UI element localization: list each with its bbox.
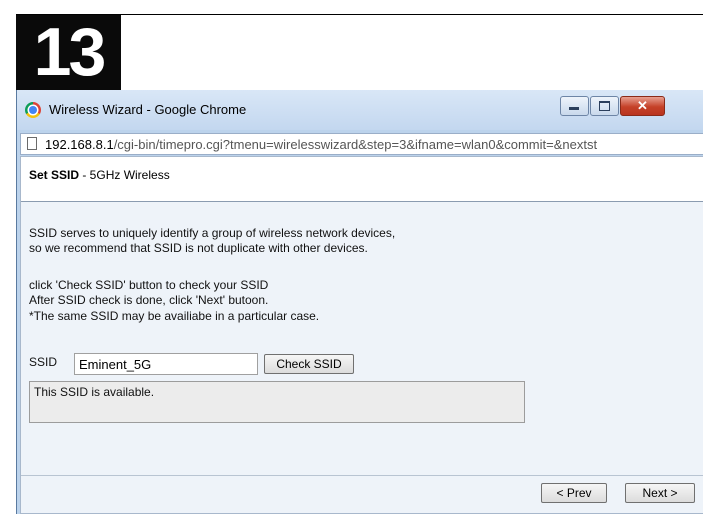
next-button[interactable]: Next > bbox=[625, 483, 695, 503]
footer-divider bbox=[21, 475, 703, 476]
close-icon: ✕ bbox=[637, 98, 648, 113]
check-ssid-button[interactable]: Check SSID bbox=[264, 354, 354, 374]
maximize-button[interactable] bbox=[590, 96, 619, 116]
window-controls: ✕ bbox=[560, 96, 666, 116]
description-line-3: click 'Check SSID' button to check your … bbox=[29, 278, 269, 292]
prev-button[interactable]: < Prev bbox=[541, 483, 607, 503]
url-host: 192.168.8.1 bbox=[45, 137, 114, 152]
maximize-icon bbox=[599, 101, 610, 111]
minimize-button[interactable] bbox=[560, 96, 589, 116]
close-button[interactable]: ✕ bbox=[620, 96, 665, 116]
panel-title: Set SSID - 5GHz Wireless bbox=[29, 168, 170, 182]
description-line-5: *The same SSID may be availiabe in a par… bbox=[29, 309, 320, 323]
panel-header: Set SSID - 5GHz Wireless bbox=[21, 157, 703, 202]
window-title: Wireless Wizard - Google Chrome bbox=[49, 102, 247, 117]
browser-window: Wireless Wizard - Google Chrome ✕ 192.16… bbox=[16, 90, 703, 514]
step-number-badge: 13 bbox=[16, 15, 121, 90]
title-bar: Wireless Wizard - Google Chrome ✕ bbox=[17, 90, 703, 130]
minimize-icon bbox=[569, 107, 579, 110]
chrome-logo-icon bbox=[25, 102, 41, 118]
ssid-label: SSID bbox=[29, 355, 58, 369]
ssid-status-box: This SSID is available. bbox=[29, 381, 525, 423]
wizard-content: Set SSID - 5GHz Wireless SSID serves to … bbox=[20, 156, 703, 514]
panel-title-rest: - 5GHz Wireless bbox=[79, 168, 170, 182]
description-line-4: After SSID check is done, click 'Next' b… bbox=[29, 293, 269, 307]
description-line-1: SSID serves to uniquely identify a group… bbox=[29, 226, 396, 240]
description-line-2: so we recommend that SSID is not duplica… bbox=[29, 241, 368, 255]
page-icon bbox=[27, 137, 37, 150]
panel-title-bold: Set SSID bbox=[29, 168, 80, 182]
address-bar[interactable]: 192.168.8.1/cgi-bin/timepro.cgi?tmenu=wi… bbox=[20, 133, 703, 155]
ssid-input[interactable] bbox=[74, 353, 258, 375]
url-text[interactable]: 192.168.8.1/cgi-bin/timepro.cgi?tmenu=wi… bbox=[45, 137, 597, 152]
url-path: /cgi-bin/timepro.cgi?tmenu=wirelesswizar… bbox=[113, 137, 598, 152]
